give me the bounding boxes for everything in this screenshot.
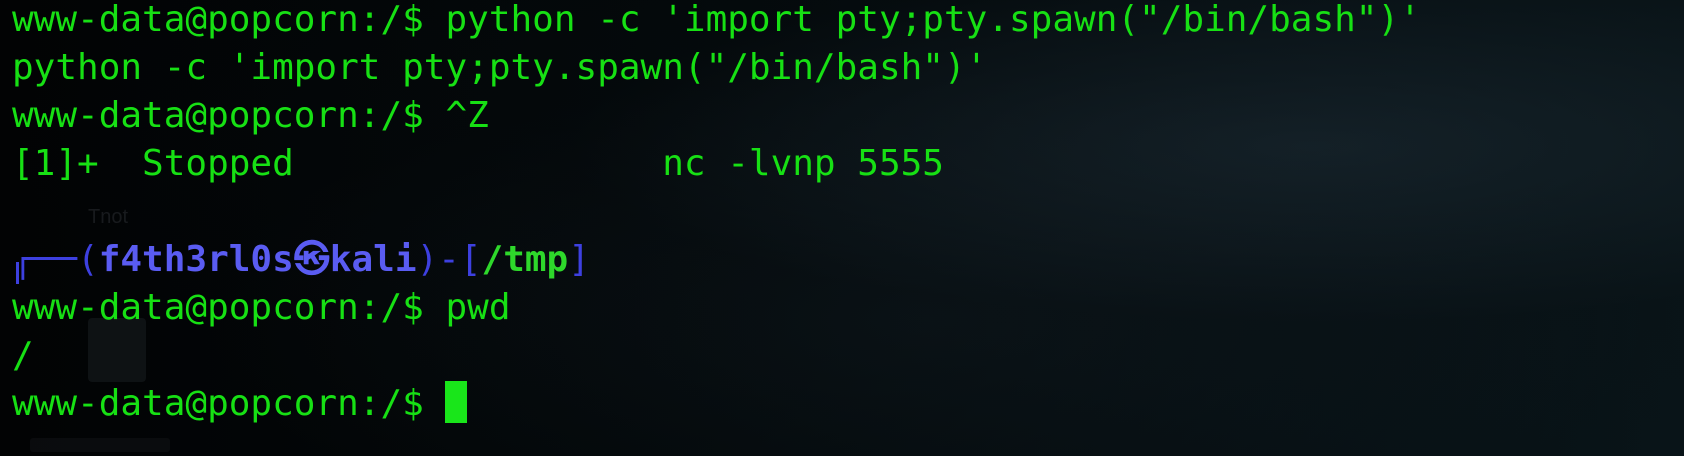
shell-prompt: www-data@popcorn:/$: [12, 287, 446, 328]
prompt-hostname: kali: [329, 239, 417, 280]
desktop-icon-label-ghost: Tnot: [88, 206, 129, 228]
prompt-username: f4th3rl0s: [98, 239, 294, 280]
prompt-frame-end: ]: [568, 239, 590, 280]
shell-command: python -c 'import pty;pty.spawn("/bin/ba…: [445, 0, 1421, 40]
shell-prompt: www-data@popcorn:/$: [12, 383, 446, 424]
desktop-file-label-ghost: [30, 438, 170, 452]
job-status-line: [1]+ Stopped nc -lvnp 5555: [12, 143, 944, 184]
shell-command: pwd: [445, 287, 511, 328]
active-prompt-line[interactable]: www-data@popcorn:/$: [12, 380, 468, 428]
terminal-window[interactable]: Tnot www-data@popcorn:/$ python -c 'impo…: [0, 0, 1684, 456]
terminal-line: www-data@popcorn:/$ pwd: [12, 284, 511, 332]
terminal-line: www-data@popcorn:/$ ^Z: [12, 92, 489, 140]
kali-skull-icon: ㉿: [293, 239, 330, 280]
terminal-output-line: python -c 'import pty;pty.spawn("/bin/ba…: [12, 47, 988, 88]
prompt-frame-corner: [16, 262, 19, 284]
shell-prompt: www-data@popcorn:/$: [12, 95, 446, 136]
shell-command: ^Z: [445, 95, 489, 136]
shell-prompt: www-data@popcorn:/$: [12, 0, 446, 40]
prompt-frame-mid: )-[: [416, 239, 482, 280]
kali-prompt: ┌──(f4th3rl0s㉿kali)-[/tmp]: [12, 236, 590, 284]
terminal-output-line: /: [12, 335, 34, 376]
prompt-frame-start: ┌──(: [12, 239, 99, 280]
terminal-line: www-data@popcorn:/$ python -c 'import pt…: [12, 0, 1421, 44]
prompt-path: /tmp: [481, 239, 569, 280]
text-cursor: [445, 381, 468, 423]
